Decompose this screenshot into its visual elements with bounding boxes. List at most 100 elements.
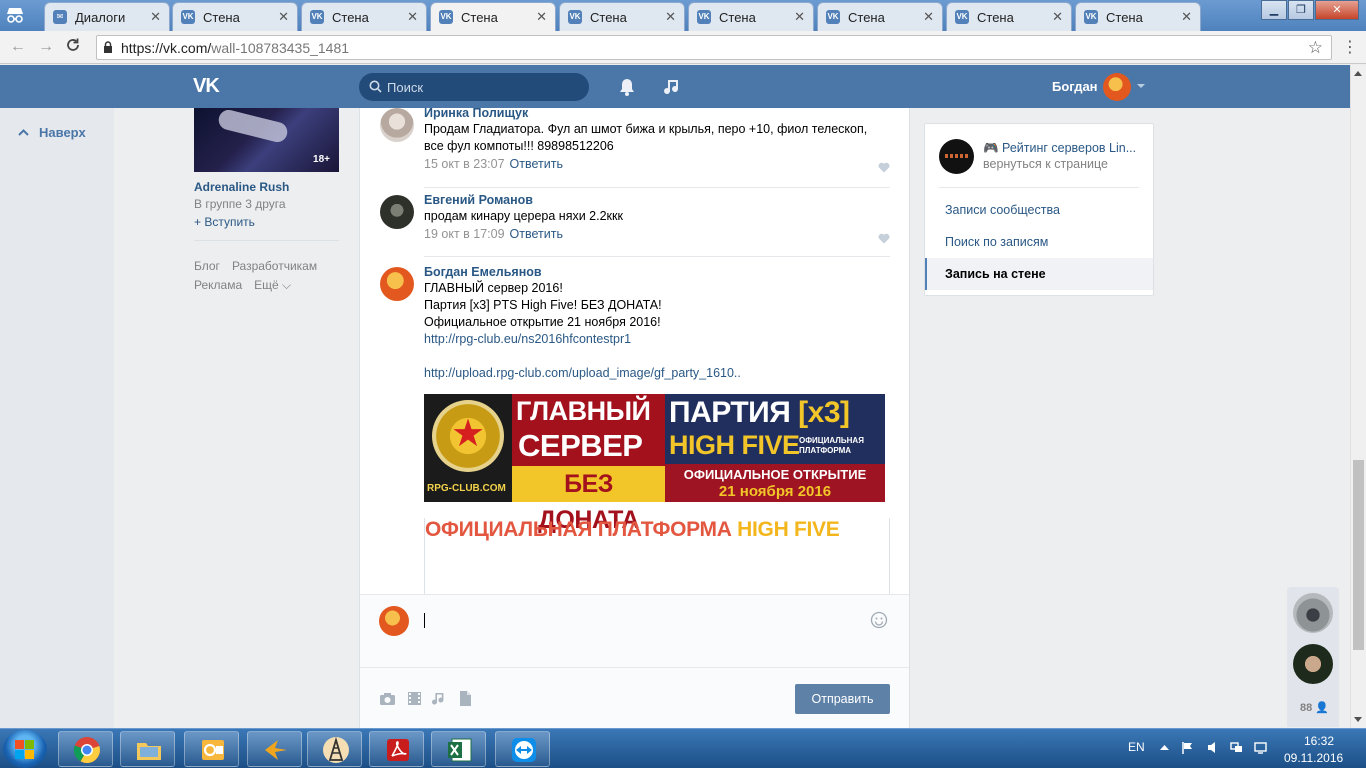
music-note-icon[interactable] [431,691,448,706]
online-friends-count[interactable]: 88 👤 [1300,701,1329,714]
scroll-up-arrow-icon[interactable] [1354,71,1362,76]
tab-wall[interactable]: VK Стена ✕ [301,2,427,31]
tab-wall[interactable]: VK Стена ✕ [1075,2,1201,31]
tab-wall[interactable]: VK Стена ✕ [946,2,1072,31]
promo-banner-image[interactable]: ★ RPG-CLUB.COM ГЛАВНЫЙ СЕРВЕР БЕЗ ДОНАТА… [424,394,885,534]
tab-close-icon[interactable]: ✕ [407,9,418,25]
group-title-link[interactable]: 🎮 Рейтинг серверов Lin... [983,141,1143,156]
taskbar-explorer[interactable] [120,731,175,767]
taskbar-outlook[interactable] [184,731,239,767]
comment-author[interactable]: Евгений Романов [424,193,890,207]
tray-expand-icon[interactable] [1158,741,1171,754]
left-scroll-bar[interactable]: Наверх [0,108,114,728]
taskbar-app-tower[interactable] [307,731,362,767]
chevron-down-icon[interactable] [1137,84,1145,88]
back-to-page-link[interactable]: вернуться к странице [983,157,1108,171]
bookmark-star-icon[interactable]: ☆ [1308,38,1323,58]
taskbar-teamviewer[interactable] [495,731,550,767]
chat-avatar[interactable] [1293,644,1333,684]
tab-wall-active[interactable]: VK Стена ✕ [430,2,556,31]
network-icon[interactable] [1230,741,1243,754]
avatar[interactable] [380,195,414,229]
promo-banner-image-2[interactable]: ОФИЦИАЛЬНАЯ ПЛАТФОРМА HIGH FIVE [424,518,890,598]
tab-wall[interactable]: VK Стена ✕ [817,2,943,31]
flag-icon[interactable] [1181,741,1194,754]
forward-arrow-icon[interactable]: → [36,37,56,57]
clock-date[interactable]: 09.11.2016 [1284,751,1343,765]
group-avatar[interactable] [939,139,974,174]
send-button[interactable]: Отправить [795,684,890,714]
scroll-down-arrow-icon[interactable] [1354,717,1362,722]
display-icon[interactable] [1254,741,1267,754]
taskbar-acrobat[interactable] [369,731,424,767]
close-window-button[interactable]: ✕ [1315,0,1359,20]
text-caret [424,613,425,628]
search-box[interactable] [359,73,589,101]
side-item-wall-post[interactable]: Запись на стене [925,258,1153,290]
document-icon[interactable] [457,691,474,706]
reply-link[interactable]: Ответить [510,157,563,171]
reload-icon[interactable] [63,37,83,57]
taskbar-excel[interactable] [431,731,486,767]
music-icon[interactable] [663,77,683,97]
tab-close-icon[interactable]: ✕ [1052,9,1063,25]
ads-link[interactable]: Реклама [194,278,242,292]
scrollbar-thumb[interactable] [1353,460,1364,650]
comment-link[interactable]: http://rpg-club.eu/ns2016hfcontestpr1 [424,332,631,346]
tab-close-icon[interactable]: ✕ [278,9,289,25]
comment-link[interactable]: http://upload.rpg-club.com/upload_image/… [424,366,741,380]
address-bar[interactable]: https://vk.com/wall-108783435_1481 ☆ [96,35,1332,60]
tab-close-icon[interactable]: ✕ [923,9,934,25]
emoji-icon[interactable] [870,611,888,629]
back-arrow-icon[interactable]: ← [8,37,28,57]
side-item-search-posts[interactable]: Поиск по записям [925,226,1153,258]
header-avatar[interactable] [1103,73,1131,101]
minimize-button[interactable]: ▁ [1261,0,1287,20]
comment-text: продам кинару церера няхи 2.2ккк [424,209,623,223]
comment-time[interactable]: 19 окт в 17:09 [424,227,505,241]
comment-time[interactable]: 15 окт в 23:07 [424,157,505,171]
taskbar-app-arrow[interactable] [247,731,302,767]
tab-wall[interactable]: VK Стена ✕ [559,2,685,31]
avatar[interactable] [380,108,414,142]
restore-button[interactable]: ❐ [1288,0,1314,20]
group-name-link[interactable]: Adrenaline Rush [194,180,339,194]
tab-close-icon[interactable]: ✕ [150,9,161,25]
tab-wall[interactable]: VK Стена ✕ [172,2,298,31]
tab-dialogs[interactable]: ✉ Диалоги ✕ [44,2,170,31]
my-avatar[interactable] [379,606,409,636]
avatar[interactable] [380,267,414,301]
search-input[interactable] [387,73,582,101]
to-top-button[interactable]: Наверх [18,125,86,140]
group-cover-image[interactable]: 18+ [194,108,339,172]
comment-input[interactable] [422,603,890,665]
bell-icon[interactable] [617,77,637,97]
join-group-button[interactable]: + Вступить [194,215,339,229]
side-item-community-posts[interactable]: Записи сообщества [925,194,1153,226]
vk-logo[interactable]: VK [193,75,227,97]
blog-link[interactable]: Блог [194,259,220,273]
language-indicator[interactable]: EN [1128,740,1145,754]
header-user-name[interactable]: Богдан [1052,79,1098,94]
page-scrollbar[interactable] [1350,65,1366,728]
start-button[interactable] [3,730,47,768]
tab-close-icon[interactable]: ✕ [1181,9,1192,25]
taskbar-chrome[interactable] [58,731,113,767]
camera-icon[interactable] [379,691,396,706]
tab-close-icon[interactable]: ✕ [665,9,676,25]
browser-menu-icon[interactable]: ⋮ [1340,37,1360,57]
chat-avatar[interactable] [1293,593,1333,633]
tab-close-icon[interactable]: ✕ [794,9,805,25]
volume-icon[interactable] [1207,741,1220,754]
heart-icon[interactable] [878,162,890,173]
video-icon[interactable] [406,691,423,706]
more-link[interactable]: Ещё ⌵ [254,278,291,292]
developers-link[interactable]: Разработчикам [232,259,317,273]
tab-wall[interactable]: VK Стена ✕ [688,2,814,31]
comment-author[interactable]: Иринка Полищук [424,108,890,120]
heart-icon[interactable] [878,233,890,244]
clock-time[interactable]: 16:32 [1292,734,1346,748]
reply-link[interactable]: Ответить [510,227,563,241]
comment-author[interactable]: Богдан Емельянов [424,265,890,279]
tab-close-icon[interactable]: ✕ [536,9,547,25]
